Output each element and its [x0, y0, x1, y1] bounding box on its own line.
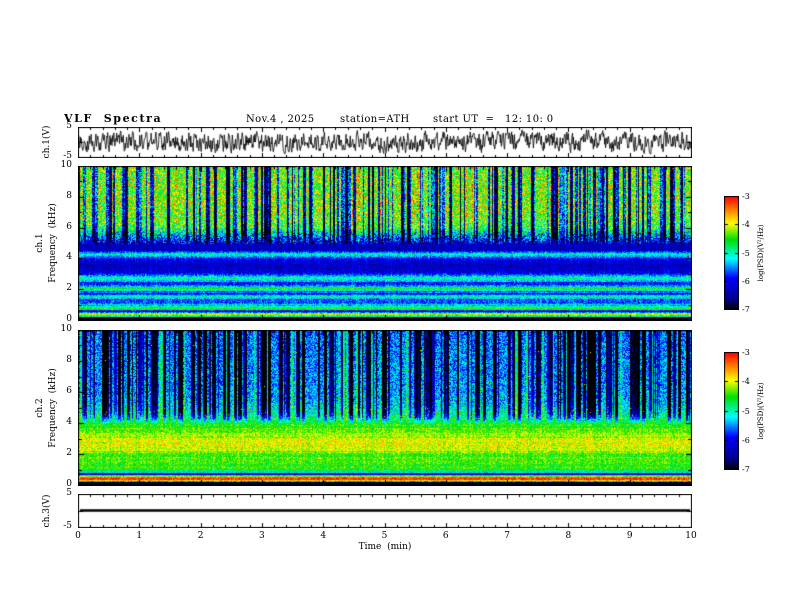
ch2_spec-ytick-label: 8	[66, 355, 72, 365]
ch2-spec-channel-label: ch.2	[35, 398, 45, 418]
plot-date: Nov.4 , 2025	[246, 114, 315, 125]
x-tick-label: 8	[565, 531, 572, 541]
ch2_spec-ytick-label: 2	[66, 448, 72, 458]
ch1-waveform-canvas	[78, 127, 692, 158]
vlf-spectra-screenshot: VLF Spectra Nov.4 , 2025 station=ATH sta…	[0, 0, 792, 612]
plot-start-ut: start UT = 12: 10: 0	[433, 114, 554, 125]
colorbar-2-tick-label: -3	[742, 348, 750, 357]
ch1-spec-ylabel: Frequency (kHz)	[48, 203, 58, 283]
ch1-spectrogram-canvas	[78, 166, 692, 321]
ch3_wave-ytick-label: 5	[66, 488, 72, 498]
colorbar-2-tick-label: -5	[742, 406, 750, 416]
ch3-waveform-canvas	[78, 494, 692, 528]
ch2_spec-ytick-label: 6	[66, 386, 72, 396]
ch1-spec-channel-label: ch.1	[35, 233, 45, 253]
xaxis-title: Time (min)	[358, 542, 412, 552]
ch2-spec-ylabel: Frequency (kHz)	[48, 368, 58, 448]
ch2_spec-ytick-label: 10	[60, 324, 72, 334]
x-tick-label: 5	[381, 531, 388, 541]
ch1_spec-ytick-label: 2	[66, 283, 72, 294]
x-tick-label: 9	[626, 531, 633, 541]
x-tick-label: 0	[75, 531, 81, 541]
colorbar-1-tick-label: -5	[742, 248, 750, 258]
ch3_wave-ytick-label: -5	[63, 521, 72, 531]
colorbar-2-tick-label: -4	[742, 377, 750, 387]
colorbar-ch2-canvas	[724, 352, 739, 470]
x-tick-label: 2	[197, 531, 204, 541]
ch1_spec-ytick-label: 4	[66, 252, 72, 263]
colorbar-1-tick-label: -7	[742, 305, 750, 314]
ch1_spec-ytick-label: 8	[66, 190, 72, 201]
x-tick-label: 6	[442, 531, 449, 541]
ch1_wave-ytick-label: -5	[63, 151, 72, 161]
x-tick-label: 7	[504, 531, 510, 541]
colorbar-2-tick-label: -6	[742, 435, 750, 445]
colorbar-2-tick-label: -7	[742, 465, 750, 474]
x-tick-label: 3	[259, 531, 265, 541]
ch2-spectrogram-canvas	[78, 330, 692, 486]
ch1_wave-ytick-label: 5	[66, 121, 72, 131]
ch1_spec-ytick-label: 6	[66, 221, 72, 232]
colorbar-ch1-canvas	[724, 196, 739, 310]
x-tick-label: 4	[320, 531, 327, 541]
colorbar-1-tick-label: -4	[742, 220, 750, 230]
plot-title: VLF Spectra	[64, 112, 163, 125]
ch2_spec-ytick-label: 4	[66, 417, 72, 427]
colorbar-1-tick-label: -3	[742, 192, 750, 201]
plot-station: station=ATH	[340, 114, 410, 125]
colorbar-ch1-label: log(PSD)(V²/Hz)	[757, 224, 765, 282]
colorbar-1-tick-label: -6	[742, 276, 750, 286]
x-tick-label: 1	[136, 531, 143, 541]
x-tick-label: 10	[685, 531, 697, 541]
colorbar-ch2-label: log(PSD)(V²/Hz)	[757, 382, 765, 440]
